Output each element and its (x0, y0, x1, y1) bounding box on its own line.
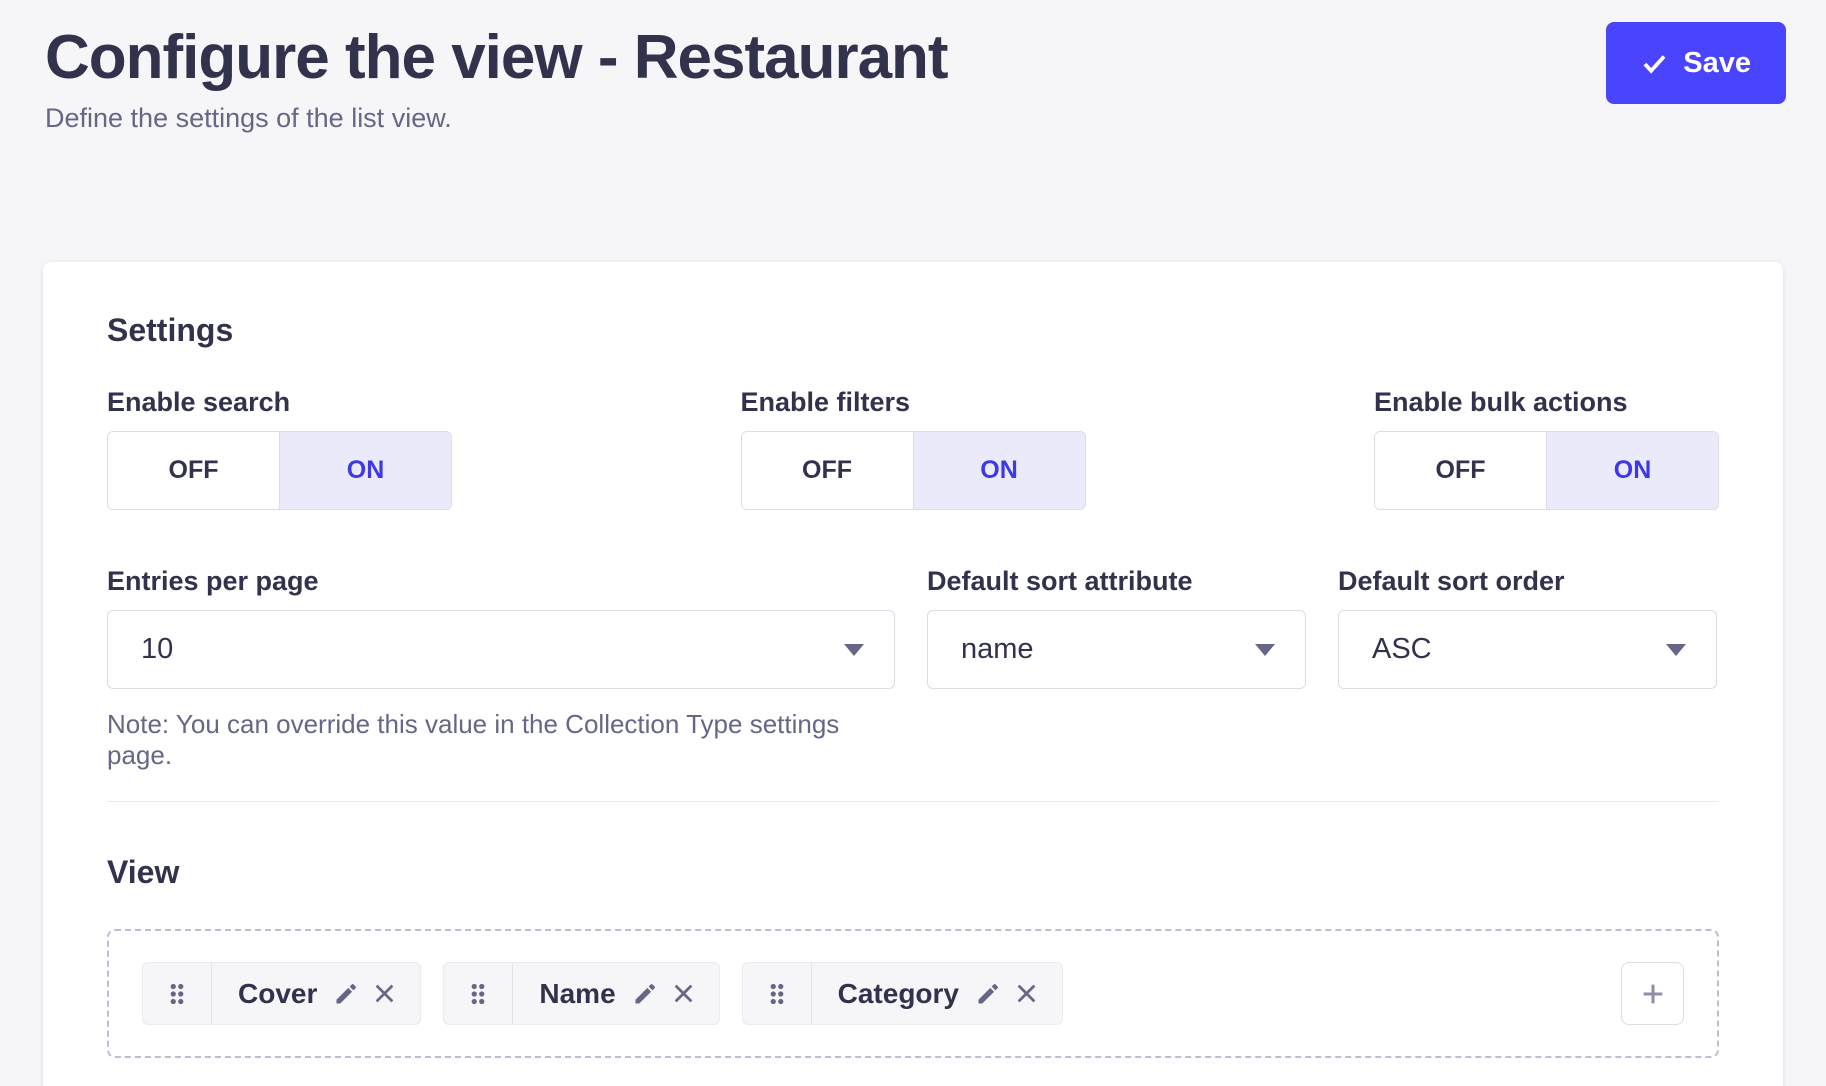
remove-field-button[interactable] (1013, 980, 1040, 1007)
default-sort-order-value: ASC (1372, 633, 1432, 666)
cross-icon (670, 980, 697, 1007)
enable-bulk-actions-toggle[interactable]: OFF ON (1374, 431, 1719, 510)
drag-handle-icon[interactable] (743, 963, 812, 1024)
pencil-icon (975, 981, 1001, 1007)
default-sort-attribute-label: Default sort attribute (927, 566, 1306, 597)
enable-search-on-option[interactable]: ON (279, 432, 451, 509)
save-button[interactable]: Save (1606, 22, 1786, 104)
toggles-row: Enable search OFF ON Enable filters OFF … (107, 387, 1719, 510)
page-header: Configure the view - Restaurant Define t… (0, 0, 1826, 134)
settings-card: Settings Enable search OFF ON Enable fil… (43, 262, 1783, 1086)
displayed-fields-dropzone: Cover Name (107, 929, 1719, 1058)
enable-filters-field: Enable filters OFF ON (741, 387, 1086, 510)
enable-filters-toggle[interactable]: OFF ON (741, 431, 1086, 510)
edit-field-button[interactable] (632, 981, 658, 1007)
drag-handle-icon[interactable] (444, 963, 513, 1024)
field-chip-label: Cover (212, 978, 325, 1010)
default-sort-attribute-select[interactable]: name (927, 610, 1306, 689)
view-heading: View (107, 854, 1719, 891)
enable-search-off-option[interactable]: OFF (108, 432, 279, 509)
chevron-down-icon (1255, 644, 1275, 656)
settings-heading: Settings (107, 312, 1719, 349)
pencil-icon (632, 981, 658, 1007)
page-subtitle: Define the settings of the list view. (45, 103, 948, 134)
enable-bulk-actions-off-option[interactable]: OFF (1375, 432, 1546, 509)
plus-icon (1639, 980, 1667, 1008)
enable-search-label: Enable search (107, 387, 452, 418)
selects-row: Entries per page 10 Note: You can overri… (107, 566, 1719, 771)
pencil-icon (333, 981, 359, 1007)
entries-per-page-select[interactable]: 10 (107, 610, 895, 689)
enable-filters-off-option[interactable]: OFF (742, 432, 913, 509)
check-icon (1641, 50, 1668, 77)
field-chip-cover[interactable]: Cover (142, 962, 421, 1025)
edit-field-button[interactable] (333, 981, 359, 1007)
save-button-label: Save (1683, 47, 1751, 80)
remove-field-button[interactable] (670, 980, 697, 1007)
enable-bulk-actions-on-option[interactable]: ON (1546, 432, 1718, 509)
enable-search-toggle[interactable]: OFF ON (107, 431, 452, 510)
cross-icon (371, 980, 398, 1007)
edit-field-button[interactable] (975, 981, 1001, 1007)
enable-filters-on-option[interactable]: ON (913, 432, 1085, 509)
field-chip-label: Name (513, 978, 623, 1010)
enable-filters-label: Enable filters (741, 387, 1086, 418)
field-chip-category[interactable]: Category (742, 962, 1063, 1025)
default-sort-order-label: Default sort order (1338, 566, 1717, 597)
enable-bulk-actions-label: Enable bulk actions (1374, 387, 1719, 418)
chevron-down-icon (844, 644, 864, 656)
entries-per-page-field: Entries per page 10 Note: You can overri… (107, 566, 895, 771)
cross-icon (1013, 980, 1040, 1007)
page-title: Configure the view - Restaurant (45, 22, 948, 93)
default-sort-attribute-value: name (961, 633, 1034, 666)
default-sort-order-select[interactable]: ASC (1338, 610, 1717, 689)
default-sort-attribute-field: Default sort attribute name (927, 566, 1306, 771)
entries-per-page-note: Note: You can override this value in the… (107, 709, 895, 771)
default-sort-order-field: Default sort order ASC (1338, 566, 1717, 771)
enable-search-field: Enable search OFF ON (107, 387, 452, 510)
enable-bulk-actions-field: Enable bulk actions OFF ON (1374, 387, 1719, 510)
header-titles: Configure the view - Restaurant Define t… (45, 22, 948, 134)
entries-per-page-value: 10 (141, 633, 173, 666)
drag-handle-icon[interactable] (143, 963, 212, 1024)
entries-per-page-label: Entries per page (107, 566, 895, 597)
add-field-button[interactable] (1621, 962, 1684, 1025)
section-divider (107, 801, 1719, 802)
field-chip-name[interactable]: Name (443, 962, 719, 1025)
chevron-down-icon (1666, 644, 1686, 656)
remove-field-button[interactable] (371, 980, 398, 1007)
field-chip-label: Category (812, 978, 967, 1010)
